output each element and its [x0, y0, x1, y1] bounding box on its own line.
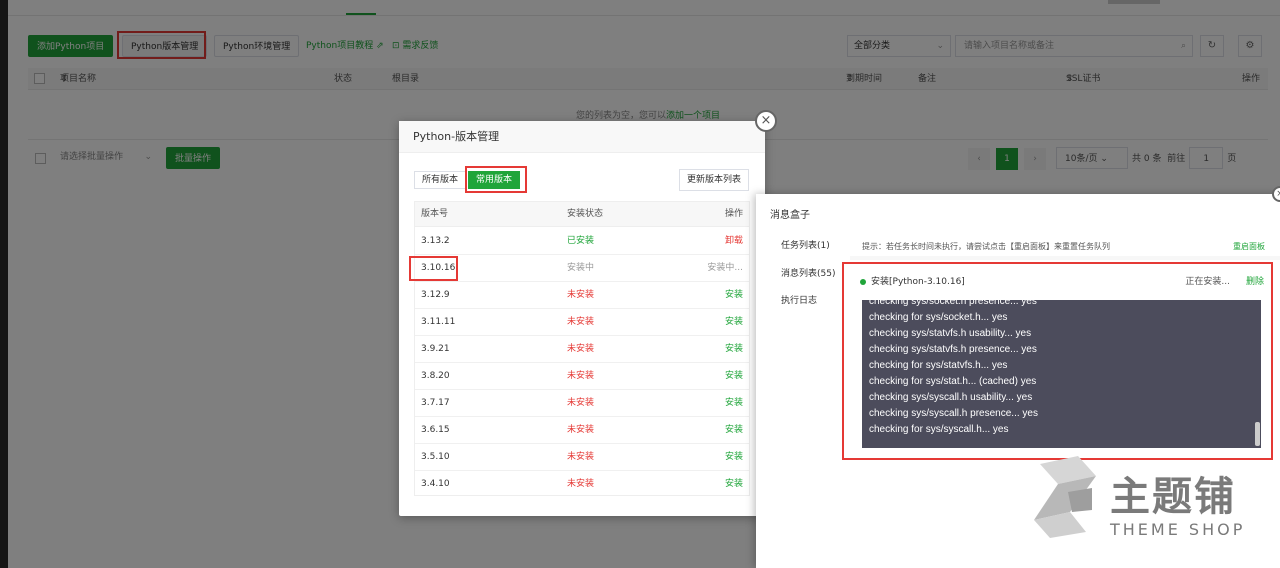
- log-line: checking sys/statvfs.h usability... yes: [869, 328, 1032, 339]
- log-line: checking for sys/stat.h... (cached) yes: [869, 376, 1037, 387]
- table-row: 3.9.21 未安装 安装: [415, 336, 749, 363]
- table-row: 3.11.11 未安装 安装: [415, 309, 749, 336]
- modal-title: Python-版本管理: [399, 121, 765, 153]
- install-link[interactable]: 安装: [725, 336, 743, 363]
- close-icon[interactable]: ×: [1272, 186, 1280, 202]
- install-link[interactable]: 安装: [725, 471, 743, 495]
- install-link[interactable]: 安装: [725, 363, 743, 390]
- table-row: 3.6.15 未安装 安装: [415, 417, 749, 444]
- table-row: 3.13.2 已安装 卸载: [415, 228, 749, 255]
- log-line: checking sys/syscall.h presence... yes: [869, 408, 1038, 419]
- version-table: 版本号 安装状态 操作 3.13.2 已安装 卸载 3.10.16 安装中 安装中...…: [414, 201, 750, 496]
- python-version-modal: Python-版本管理 所有版本 常用版本 更新版本列表 版本号 安装状态 操作…: [399, 121, 765, 516]
- log-line: checking sys/syscall.h usability... yes: [869, 392, 1033, 403]
- install-link[interactable]: 安装: [725, 282, 743, 309]
- table-row: 3.7.17 未安装 安装: [415, 390, 749, 417]
- log-line: checking for sys/socket.h... yes: [869, 312, 1008, 323]
- log-line: checking sys/statvfs.h presence... yes: [869, 344, 1037, 355]
- table-row: 3.4.10 未安装 安装: [415, 471, 749, 495]
- restart-panel-link[interactable]: 重启面板: [1233, 230, 1265, 264]
- uninstall-link[interactable]: 卸载: [725, 228, 743, 255]
- task-delete-link[interactable]: 删除: [1246, 274, 1264, 287]
- log-line: checking sys/socket.h presence... yes: [869, 300, 1037, 307]
- tab-all-versions[interactable]: 所有版本: [414, 171, 467, 189]
- sidebar-item-logs[interactable]: 执行日志: [781, 293, 817, 306]
- install-link[interactable]: 安装: [725, 444, 743, 471]
- install-link[interactable]: 安装: [725, 390, 743, 417]
- table-row: 3.12.9 未安装 安装: [415, 282, 749, 309]
- message-box-title: 消息盒子: [770, 210, 810, 221]
- watermark-en-text: THEME SHOP: [1110, 520, 1246, 539]
- theme-shop-logo-icon: [1034, 456, 1096, 538]
- tab-common-versions[interactable]: 常用版本: [468, 171, 521, 189]
- task-title: 安装[Python-3.10.16]: [871, 277, 965, 287]
- tip-text: 提示：若任务长时间未执行，请尝试点击【重启面板】来重置任务队列: [862, 242, 1110, 251]
- install-link[interactable]: 安装: [725, 309, 743, 336]
- install-link[interactable]: 安装: [725, 417, 743, 444]
- log-line: checking for sys/statvfs.h... yes: [869, 360, 1008, 371]
- task-header: 安装[Python-3.10.16] 正在安装... 删除: [860, 274, 1270, 288]
- task-status: 正在安装...: [1185, 277, 1230, 287]
- log-line: checking for sys/syscall.h... yes: [869, 424, 1009, 435]
- message-box-sidebar: 任务列表(1) 消息列表(55) 执行日志: [756, 230, 850, 568]
- task-tip: 提示：若任务长时间未执行，请尝试点击【重启面板】来重置任务队列 重启面板: [850, 230, 1280, 256]
- header-version: 版本号: [421, 209, 449, 219]
- table-row: 3.10.16 安装中 安装中...: [415, 255, 749, 282]
- watermark: 主题铺 THEME SHOP: [1030, 454, 1275, 550]
- status-dot-icon: [860, 278, 866, 285]
- sidebar-item-messages[interactable]: 消息列表(55): [781, 266, 835, 279]
- install-log-console[interactable]: checking sys/socket.h presence... yes ch…: [862, 300, 1261, 448]
- table-row: 3.5.10 未安装 安装: [415, 444, 749, 471]
- header-action: 操作: [724, 209, 743, 219]
- sidebar-item-tasks[interactable]: 任务列表(1): [781, 238, 830, 251]
- header-status: 安装状态: [567, 209, 604, 219]
- update-version-list-button[interactable]: 更新版本列表: [679, 169, 750, 191]
- close-icon[interactable]: ×: [755, 110, 777, 132]
- table-row: 3.8.20 未安装 安装: [415, 363, 749, 390]
- console-scrollbar[interactable]: [1255, 422, 1260, 446]
- watermark-cn-text: 主题铺: [1110, 474, 1236, 520]
- version-table-header: 版本号 安装状态 操作: [415, 202, 749, 227]
